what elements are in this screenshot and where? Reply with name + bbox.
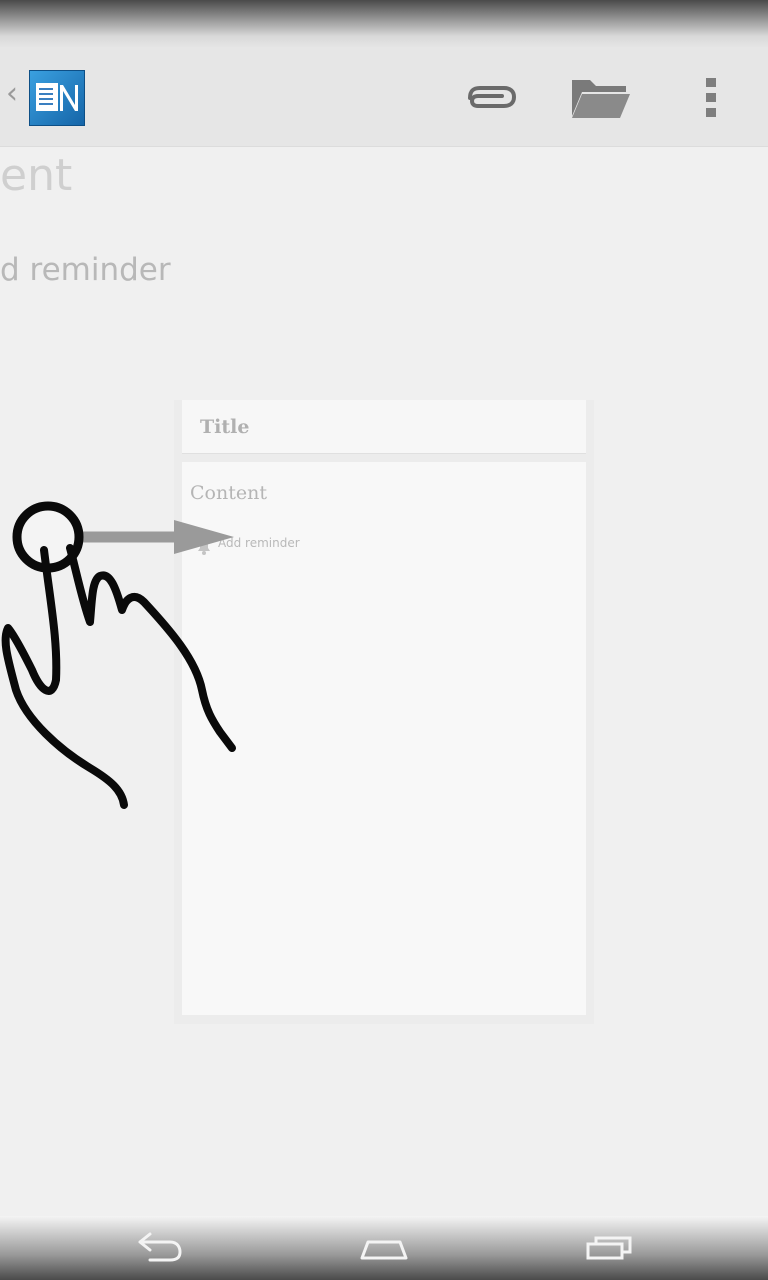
navigation-bar	[0, 1216, 768, 1280]
swipe-right-hand-icon	[1, 501, 236, 809]
recents-icon[interactable]	[584, 1230, 636, 1271]
back-icon[interactable]	[136, 1230, 184, 1271]
home-icon[interactable]	[358, 1230, 410, 1271]
